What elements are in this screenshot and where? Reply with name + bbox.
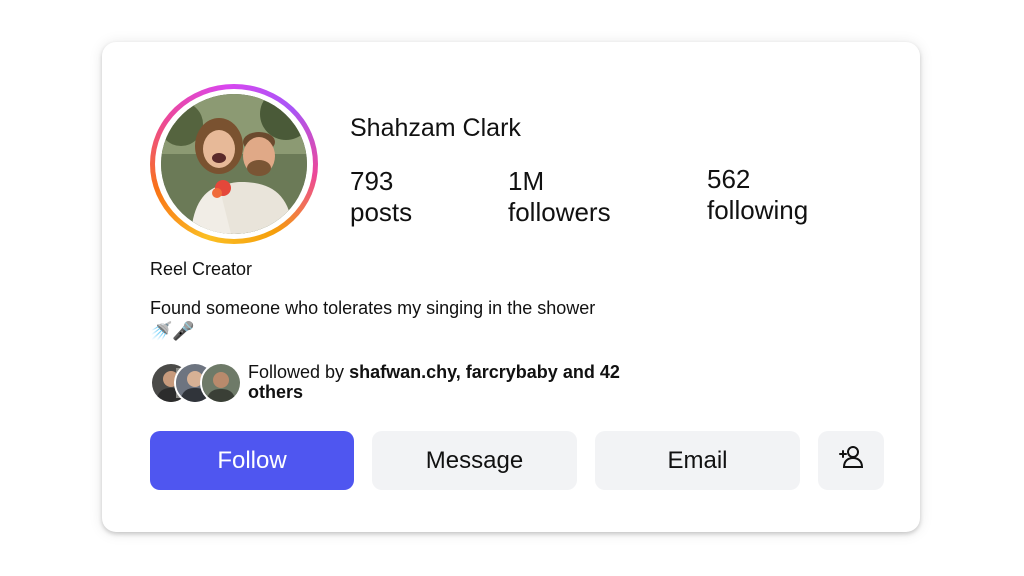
person-add-icon	[838, 444, 864, 477]
profile-username: Shahzam Clark	[350, 114, 521, 142]
add-friend-button[interactable]	[818, 431, 884, 490]
profile-category: Reel Creator	[150, 259, 253, 279]
followers-count: 1M	[508, 166, 545, 196]
profile-bio: Found someone who tolerates my singing i…	[150, 298, 596, 341]
posts-count: 793	[350, 166, 394, 196]
followed-by-names[interactable]: shafwan.chy, farcrybaby	[349, 362, 558, 382]
avatar-frame	[155, 89, 313, 239]
following-count: 562	[707, 164, 751, 194]
followed-by-and: and	[557, 362, 600, 382]
mutual-avatar	[200, 362, 242, 404]
avatar-photo-image	[161, 94, 307, 234]
message-button[interactable]: Message	[372, 431, 577, 490]
email-button[interactable]: Email	[595, 431, 800, 490]
follow-button[interactable]: Follow	[150, 431, 354, 490]
stat-posts[interactable]: 793 posts	[350, 166, 412, 228]
avatar[interactable]	[161, 94, 307, 234]
stat-following[interactable]: 562 following	[707, 164, 808, 226]
story-ring[interactable]	[150, 84, 318, 244]
posts-label: posts	[350, 197, 413, 227]
followed-by-prefix: Followed by	[248, 362, 350, 382]
stat-followers[interactable]: 1M followers	[508, 166, 611, 228]
following-label: following	[707, 195, 809, 225]
followers-label: followers	[508, 197, 611, 227]
followed-by-text: Followed by shafwan.chy, farcrybaby and …	[248, 362, 668, 402]
